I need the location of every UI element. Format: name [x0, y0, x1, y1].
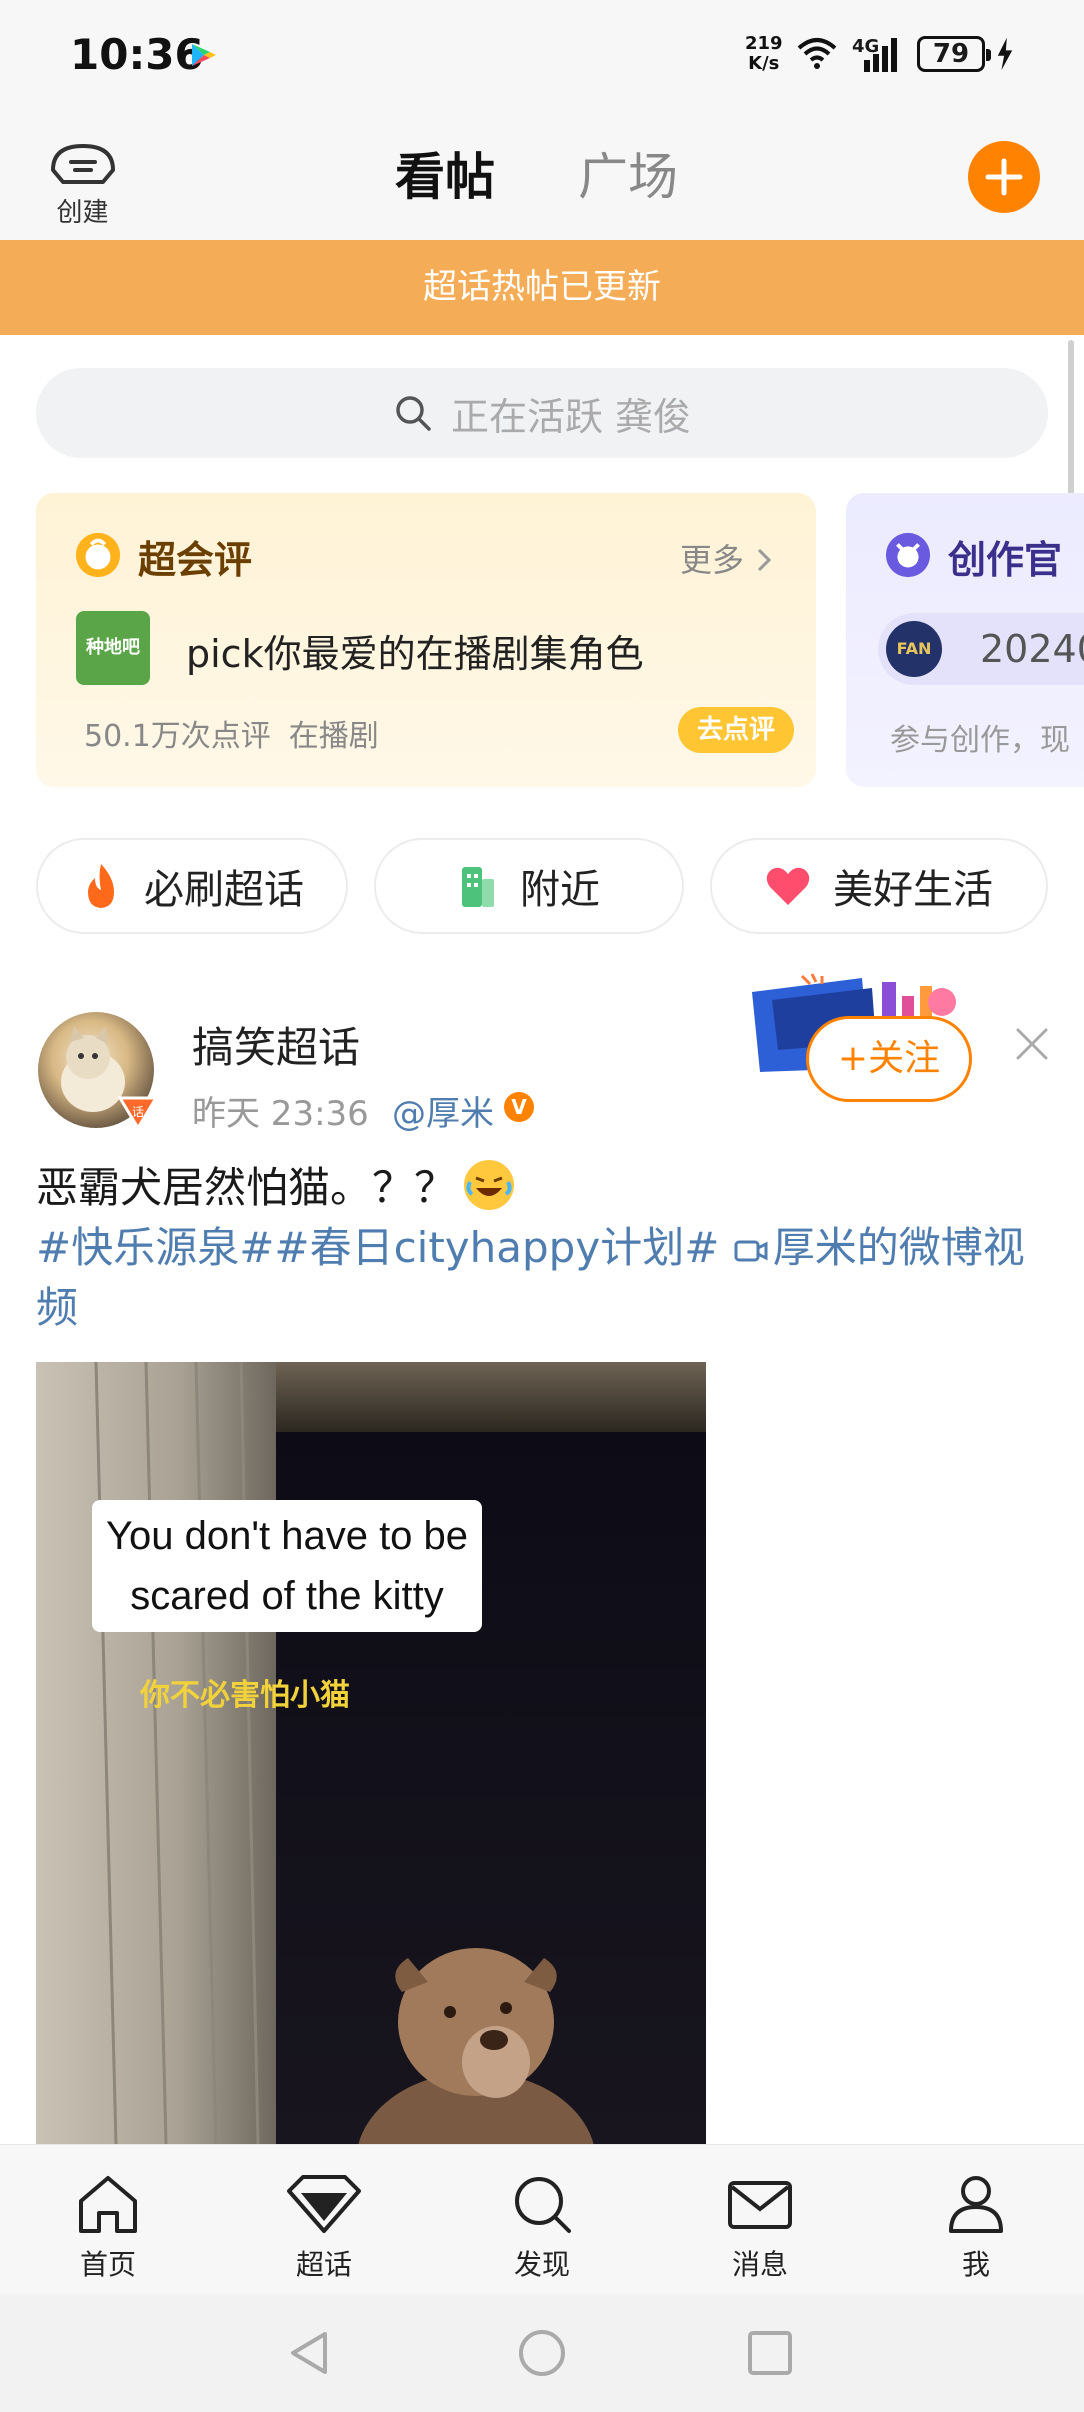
follow-button[interactable]: +关注 [806, 1016, 972, 1102]
nav-label: 超话 [295, 2248, 352, 2281]
charging-icon [997, 37, 1013, 71]
chip-label: 必刷超话 [144, 867, 304, 913]
nav-label: 发现 [513, 2248, 570, 2281]
signal-icon [864, 38, 897, 72]
plus-icon [985, 158, 1023, 196]
search-placeholder: 正在活跃 龚俊 [450, 394, 692, 439]
nav-label: 我 [961, 2248, 990, 2281]
fan-badge-avatar: FAN [886, 621, 942, 677]
super-topic-badge-icon: 话 [117, 1096, 159, 1131]
review-button[interactable]: 去点评 [678, 707, 794, 753]
verified-badge: V [504, 1092, 534, 1122]
mail-icon [728, 2181, 792, 2229]
recents-icon[interactable] [745, 2328, 795, 2378]
building-icon [462, 867, 494, 907]
search-icon [515, 2177, 571, 2233]
status-time: 10:36 [70, 30, 204, 79]
creator-number: 20240 [980, 627, 1084, 671]
wall-stripes [94, 1362, 260, 2144]
video-subtitle-chinese: 你不必害怕小猫 [140, 1678, 350, 1713]
wifi-icon [797, 38, 837, 69]
nav-discover[interactable]: 发现 [482, 2173, 602, 2283]
video-subtitle-english: You don't have to be scared of the kitty [92, 1500, 483, 1632]
more-link[interactable]: 更多 [680, 535, 774, 581]
back-icon[interactable] [285, 2328, 335, 2378]
post-tags[interactable]: #快乐源泉##春日cityhappy计划# 厚米的微博视频 [36, 1218, 1060, 1338]
review-count: 50.1万次点评 [84, 719, 271, 754]
plus-button[interactable] [968, 141, 1040, 213]
nav-messages[interactable]: 消息 [700, 2173, 820, 2283]
create-icon [50, 144, 115, 184]
video-scene-wall [36, 1362, 276, 2144]
chip-label: 美好生活 [833, 867, 993, 913]
create-label: 创建 [56, 198, 109, 228]
meta-category: 在播剧 [288, 719, 379, 754]
dog-figure-image [358, 1948, 594, 2144]
super-review-icon [75, 532, 121, 578]
chip-label: 附近 [520, 867, 600, 913]
tab-label: 看帖 [395, 148, 495, 206]
tab-label: 广场 [578, 148, 678, 206]
subtitle-line: You don't have to be [106, 1514, 469, 1558]
post-video[interactable]: You don't have to be scared of the kitty… [36, 1362, 706, 2144]
close-icon[interactable] [1012, 1024, 1052, 1064]
chip-good-life[interactable]: 美好生活 [710, 838, 1048, 934]
hashtag-link[interactable]: #快乐源泉##春日cityhappy计划# [36, 1223, 733, 1272]
heart-icon [766, 867, 810, 905]
chip-nearby[interactable]: 附近 [374, 838, 684, 934]
video-link-icon [734, 1240, 768, 1262]
create-button[interactable]: 创建 [40, 140, 125, 230]
subtitle-line: scared of the kitty [130, 1574, 444, 1618]
svg-text:话: 话 [132, 1105, 144, 1119]
show-thumbnail: 种地吧 [76, 611, 150, 685]
nav-me[interactable]: 我 [916, 2173, 1036, 2283]
post-source-user[interactable]: @厚米 [392, 1086, 494, 1135]
creator-card[interactable]: 创作官 FAN 20240 参与创作，现 [846, 493, 1084, 787]
battery-icon: 79 [917, 36, 991, 72]
chip-must-see[interactable]: 必刷超话 [36, 838, 348, 934]
system-nav-bar [0, 2294, 1084, 2412]
creator-meta: 参与创作，现 [890, 723, 1070, 758]
tab-kantie[interactable]: 看帖 [395, 137, 495, 209]
top-header: 创建 看帖 广场 [0, 115, 1084, 240]
super-review-card[interactable]: 超会评 更多 种地吧 pick你最爱的在播剧集角色 50.1万次点评 在播剧 去点… [36, 493, 816, 787]
post-author-name[interactable]: 搞笑超话 [192, 1014, 360, 1075]
nav-super-topic[interactable]: 超话 [264, 2173, 384, 2283]
nav-label: 首页 [79, 2248, 136, 2281]
flame-icon [88, 864, 114, 908]
search-input[interactable]: 正在活跃 龚俊 [36, 368, 1048, 458]
bottom-nav: 首页 超话 发现 消息 我 [0, 2144, 1084, 2294]
post-body: 恶霸犬居然怕猫。？？ [36, 1163, 457, 1212]
search-icon [396, 396, 431, 431]
card-meta: 50.1万次点评 在播剧 [84, 711, 379, 755]
card-title: 超会评 [138, 538, 253, 582]
card-title: 创作官 [948, 538, 1063, 582]
person-icon [949, 2176, 1003, 2233]
net-speed: 219 K/s [745, 33, 783, 74]
home-icon [79, 2176, 137, 2233]
post-time: 昨天 23:36 [192, 1094, 369, 1134]
tab-guangchang[interactable]: 广场 [578, 137, 678, 209]
update-banner[interactable]: 超话热帖已更新 [0, 240, 1084, 335]
post-text[interactable]: 恶霸犬居然怕猫。？？ [36, 1158, 1056, 1218]
creator-icon [885, 532, 931, 578]
card-topic[interactable]: pick你最爱的在播剧集角色 [186, 623, 644, 678]
app-store-icon [192, 44, 216, 66]
nav-label: 消息 [731, 2248, 788, 2281]
home-circle-icon[interactable] [517, 2328, 567, 2378]
status-bar: 10:36 219 K/s 4G 79 [0, 0, 1084, 115]
chevron-right-icon [758, 548, 772, 572]
laughing-emoji-icon [464, 1160, 515, 1210]
diamond-icon [287, 2175, 361, 2233]
more-label: 更多 [680, 541, 745, 579]
nav-home[interactable]: 首页 [48, 2173, 168, 2283]
